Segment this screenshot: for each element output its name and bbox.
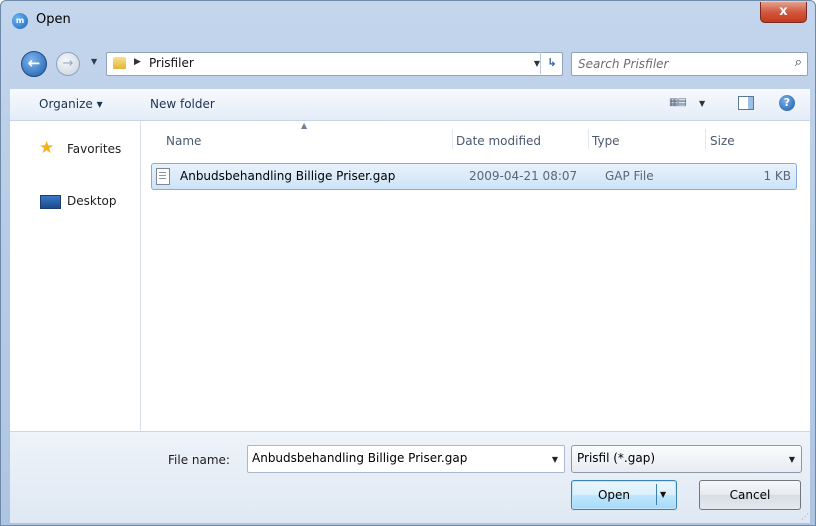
open-options-dropdown-icon[interactable]: ▼ <box>660 490 666 499</box>
file-size: 1 KB <box>763 169 791 183</box>
window-title: Open <box>36 12 71 27</box>
search-input[interactable] <box>578 56 778 72</box>
back-button[interactable]: ← <box>21 51 47 77</box>
recent-locations-chevron-icon[interactable]: ▼ <box>91 57 97 66</box>
file-row[interactable]: Anbudsbehandling Billige Priser.gap 2009… <box>151 163 797 190</box>
file-name-label: File name: <box>168 453 230 467</box>
file-name-dropdown-icon[interactable]: ▼ <box>552 455 558 464</box>
cancel-button-label: Cancel <box>729 488 771 502</box>
document-icon <box>156 168 170 185</box>
column-header-name[interactable]: Name <box>166 134 201 148</box>
filter-dropdown-icon[interactable]: ▼ <box>789 455 795 464</box>
sidebar-item-desktop[interactable]: Desktop <box>10 190 140 212</box>
breadcrumb-arrow-icon[interactable]: ▶ <box>134 57 141 67</box>
file-name: Anbudsbehandling Billige Priser.gap <box>180 169 396 183</box>
views-dropdown-icon[interactable]: ▼ <box>699 99 705 108</box>
file-date-modified: 2009-04-21 08:07 <box>469 169 578 183</box>
file-name-combo[interactable]: ▼ <box>247 445 565 473</box>
star-icon: ★ <box>39 138 55 158</box>
folder-icon <box>113 57 126 69</box>
views-icon[interactable]: ▦▤ <box>669 97 687 108</box>
cancel-button[interactable]: Cancel <box>699 480 801 510</box>
close-button[interactable]: x <box>760 2 807 23</box>
column-divider[interactable] <box>705 129 706 149</box>
sidebar-item-label: Desktop <box>67 194 117 208</box>
forward-button[interactable]: → <box>56 52 80 76</box>
title-bar[interactable]: m Open x <box>1 1 815 39</box>
sidebar-item-favorites[interactable]: ★ Favorites <box>10 138 140 160</box>
breadcrumb-prisfiler[interactable]: Prisfiler <box>149 56 194 70</box>
dialog-footer: File name: ▼ Prisfil (*.gap) ▼ Open ▼ Ca… <box>10 431 810 523</box>
file-type-filter-select[interactable]: Prisfil (*.gap) ▼ <box>571 445 802 473</box>
open-dialog: m Open x ← → ▼ ▶ Prisfiler ▼ ↳ ⌕ Organiz… <box>0 0 816 526</box>
navigation-pane: ★ Favorites Desktop <box>10 121 141 431</box>
preview-pane-icon[interactable] <box>738 96 754 110</box>
column-divider[interactable] <box>452 129 453 149</box>
file-type: GAP File <box>605 169 654 183</box>
sort-ascending-icon: ▲ <box>301 121 308 130</box>
open-button[interactable]: Open ▼ <box>571 480 677 510</box>
desktop-icon <box>40 195 61 209</box>
organize-button[interactable]: Organize ▾ <box>39 97 103 111</box>
app-icon: m <box>12 13 28 29</box>
new-folder-button[interactable]: New folder <box>150 97 215 111</box>
sidebar-item-label: Favorites <box>67 142 122 156</box>
search-box[interactable]: ⌕ <box>571 52 808 76</box>
search-icon[interactable]: ⌕ <box>795 55 802 70</box>
resize-grip-icon[interactable]: ⋰ <box>801 512 809 521</box>
file-type-filter-value: Prisfil (*.gap) <box>577 451 656 465</box>
column-divider[interactable] <box>588 129 589 149</box>
file-list: ▲ Name Date modified Type Size Anbudsbeh… <box>141 121 810 431</box>
address-bar[interactable]: ▶ Prisfiler ▼ ↳ <box>106 52 563 76</box>
column-header-size[interactable]: Size <box>710 134 735 148</box>
command-bar: Organize ▾ New folder ▦▤ ▼ ? <box>10 89 810 121</box>
file-name-field[interactable] <box>252 450 532 466</box>
open-button-label: Open <box>597 488 631 502</box>
column-header-type[interactable]: Type <box>592 134 620 148</box>
help-icon[interactable]: ? <box>779 95 795 111</box>
refresh-icon[interactable]: ↳ <box>540 52 563 74</box>
column-header-date-modified[interactable]: Date modified <box>456 134 541 148</box>
split-divider <box>656 484 657 505</box>
